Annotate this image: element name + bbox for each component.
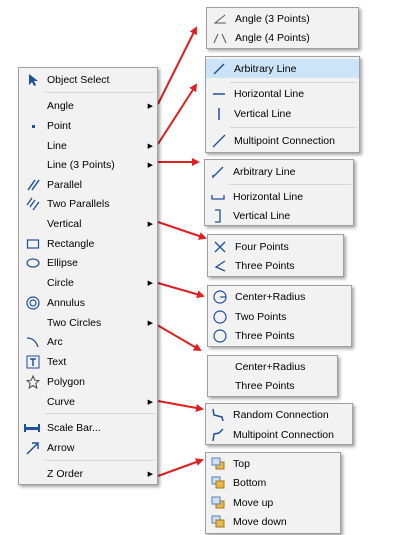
arc-icon bbox=[25, 334, 41, 350]
bring-to-top-icon bbox=[210, 456, 226, 472]
cursor-icon bbox=[25, 72, 41, 88]
menu-item-curve[interactable]: Curve ▶ bbox=[19, 392, 157, 411]
submenu-item-two-points[interactable]: Two Points bbox=[208, 307, 351, 326]
angle-4-points-icon bbox=[212, 30, 228, 46]
submenu-arrow-icon: ▶ bbox=[147, 398, 153, 406]
curve-submenu: Random Connection Multipoint Connection bbox=[205, 403, 353, 445]
submenu-item-multipoint-connection[interactable]: Multipoint Connection bbox=[206, 131, 359, 150]
two-parallels-icon bbox=[25, 196, 41, 212]
menu-item-point[interactable]: Point bbox=[19, 116, 157, 135]
submenu-item-random-connection[interactable]: Random Connection bbox=[206, 405, 352, 424]
two-circles-submenu: Center+Radius Three Points bbox=[207, 355, 338, 397]
menu-item-object-select[interactable]: Object Select bbox=[19, 70, 157, 89]
submenu-item-horizontal-line[interactable]: Horizontal Line bbox=[206, 84, 359, 103]
menu-item-arrow[interactable]: Arrow bbox=[19, 438, 157, 457]
arrow-z-order bbox=[157, 458, 204, 477]
submenu-item-move-down[interactable]: Move down bbox=[206, 512, 340, 531]
menu-item-line-3-points[interactable]: Line (3 Points) ▶ bbox=[19, 155, 157, 174]
submenu-item-center-radius-two[interactable]: Center+Radius bbox=[208, 357, 337, 376]
horizontal-line-icon bbox=[211, 86, 227, 102]
annulus-icon bbox=[25, 295, 41, 311]
menu-item-text[interactable]: Text bbox=[19, 352, 157, 371]
three-points-circle-icon bbox=[212, 328, 228, 344]
arrow-curve bbox=[157, 400, 204, 412]
submenu-arrow-icon: ▶ bbox=[147, 102, 153, 110]
menu-item-ellipse[interactable]: Ellipse bbox=[19, 253, 157, 272]
submenu-item-vertical-line-3[interactable]: Vertical Line bbox=[205, 206, 353, 225]
menu-item-vertical[interactable]: Vertical ▶ bbox=[19, 214, 157, 233]
menu-item-arc[interactable]: Arc bbox=[19, 332, 157, 351]
arbitrary-line-icon bbox=[211, 61, 227, 77]
submenu-item-four-points[interactable]: Four Points bbox=[208, 237, 343, 256]
arrow-two-circles bbox=[151, 321, 202, 352]
submenu-arrow-icon: ▶ bbox=[147, 279, 153, 287]
three-points-icon bbox=[212, 258, 228, 274]
submenu-item-vertical-line[interactable]: Vertical Line bbox=[206, 104, 359, 123]
submenu-item-bottom[interactable]: Bottom bbox=[206, 473, 340, 492]
submenu-item-three-points-circle[interactable]: Three Points bbox=[208, 326, 351, 345]
submenu-item-three-points-two[interactable]: Three Points bbox=[208, 376, 337, 395]
parallel-icon bbox=[25, 177, 41, 193]
submenu-item-multipoint-connection-curve[interactable]: Multipoint Connection bbox=[206, 425, 352, 444]
submenu-arrow-icon: ▶ bbox=[147, 142, 153, 150]
send-to-bottom-icon bbox=[210, 475, 226, 491]
center-radius-icon bbox=[212, 289, 228, 305]
menu-item-parallel[interactable]: Parallel bbox=[19, 175, 157, 194]
scale-bar-icon bbox=[23, 420, 41, 436]
line-3-points-submenu: Arbitrary Line Horizontal Line Vertical … bbox=[204, 159, 354, 226]
menu-item-angle[interactable]: Angle ▶ bbox=[19, 96, 157, 115]
z-order-submenu: Top Bottom Move up Move down bbox=[205, 452, 341, 534]
arrow-icon bbox=[25, 440, 41, 456]
move-up-icon bbox=[210, 495, 226, 511]
submenu-item-center-radius[interactable]: Center+Radius bbox=[208, 287, 351, 306]
four-points-icon bbox=[212, 239, 228, 255]
arrow-vertical bbox=[157, 221, 207, 240]
menu-item-polygon[interactable]: Polygon bbox=[19, 372, 157, 391]
circle-submenu: Center+Radius Two Points Three Points bbox=[207, 285, 352, 347]
submenu-arrow-icon: ▶ bbox=[147, 220, 153, 228]
submenu-item-top[interactable]: Top bbox=[206, 454, 340, 473]
menu-item-scale-bar[interactable]: Scale Bar... bbox=[19, 418, 157, 437]
angle-3-points-icon bbox=[212, 11, 228, 27]
random-connection-icon bbox=[210, 407, 226, 423]
text-icon bbox=[25, 354, 41, 370]
menu-item-two-circles[interactable]: Two Circles ▶ bbox=[19, 313, 157, 332]
rectangle-icon bbox=[25, 236, 41, 252]
menu-item-rectangle[interactable]: Rectangle bbox=[19, 234, 157, 253]
vertical-line-3-points-icon bbox=[210, 208, 226, 224]
submenu-arrow-icon: ▶ bbox=[147, 319, 153, 327]
submenu-item-arbitrary-line-3[interactable]: Arbitrary Line bbox=[205, 162, 353, 181]
angle-submenu: Angle (3 Points) Angle (4 Points) bbox=[206, 7, 359, 49]
arbitrary-line-3-points-icon bbox=[210, 164, 226, 180]
multipoint-connection-curve-icon bbox=[210, 427, 226, 443]
horizontal-line-3-points-icon bbox=[210, 189, 226, 205]
ellipse-icon bbox=[25, 255, 41, 271]
submenu-item-arbitrary-line[interactable]: Arbitrary Line bbox=[206, 59, 359, 78]
arrow-circle bbox=[157, 282, 205, 299]
menu-item-annulus[interactable]: Annulus bbox=[19, 293, 157, 312]
submenu-item-move-up[interactable]: Move up bbox=[206, 493, 340, 512]
submenu-item-three-points-vertical[interactable]: Three Points bbox=[208, 256, 343, 275]
submenu-arrow-icon: ▶ bbox=[147, 470, 153, 478]
submenu-item-horizontal-line-3[interactable]: Horizontal Line bbox=[205, 187, 353, 206]
menu-item-two-parallels[interactable]: Two Parallels bbox=[19, 194, 157, 213]
menu-item-circle[interactable]: Circle ▶ bbox=[19, 273, 157, 292]
point-icon bbox=[25, 118, 41, 134]
move-down-icon bbox=[210, 514, 226, 530]
line-submenu: Arbitrary Line Horizontal Line Vertical … bbox=[205, 56, 360, 153]
main-context-menu: Object Select Angle ▶ Point Line ▶ Line … bbox=[18, 67, 158, 485]
submenu-arrow-icon: ▶ bbox=[147, 161, 153, 169]
submenu-item-angle-4-points[interactable]: Angle (4 Points) bbox=[207, 28, 358, 47]
multipoint-connection-icon bbox=[211, 133, 227, 149]
vertical-submenu: Four Points Three Points bbox=[207, 234, 344, 277]
polygon-icon bbox=[25, 374, 41, 390]
two-points-circle-icon bbox=[212, 309, 228, 325]
submenu-item-angle-3-points[interactable]: Angle (3 Points) bbox=[207, 9, 358, 28]
menu-item-z-order[interactable]: Z Order ▶ bbox=[19, 464, 157, 483]
vertical-line-icon bbox=[211, 106, 227, 122]
menu-item-line[interactable]: Line ▶ bbox=[19, 136, 157, 155]
